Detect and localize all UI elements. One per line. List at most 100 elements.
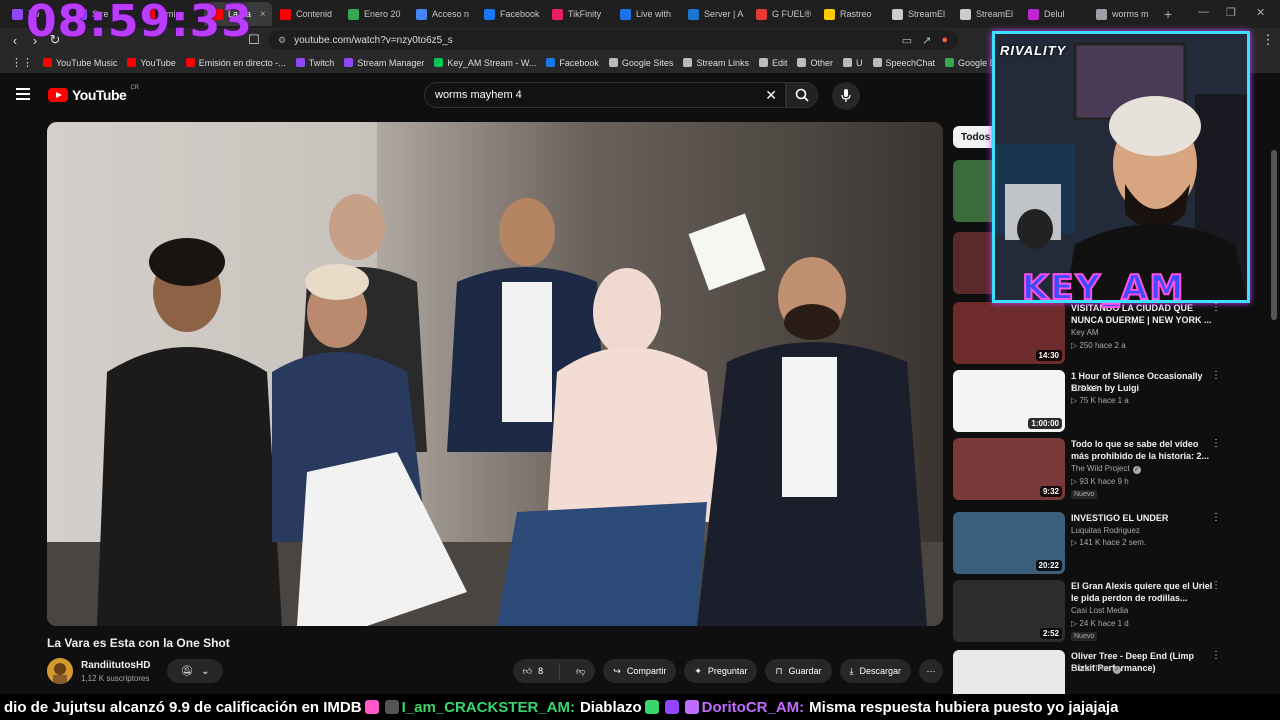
like-divider: [559, 663, 561, 679]
bookmark-item[interactable]: YouTube: [122, 58, 180, 68]
more-options-icon[interactable]: ⋮: [1211, 370, 1222, 381]
more-actions-button[interactable]: ⋯: [919, 659, 943, 683]
more-options-icon[interactable]: ⋮: [1211, 650, 1222, 661]
new-tab-icon[interactable]: +: [1156, 6, 1180, 22]
recommendation-card[interactable]: 1:00:00 1 Hour of Silence Occasionally Br…: [953, 370, 1223, 432]
download-button[interactable]: ⤓ Descargar: [839, 659, 911, 683]
recommendation-channel[interactable]: Casi Lost Media: [1071, 606, 1128, 615]
browser-tab[interactable]: TikFinity: [544, 2, 612, 26]
channel-name-text: Key AM: [1071, 328, 1099, 337]
apps-grid-icon[interactable]: ⋮⋮: [6, 56, 38, 69]
site-info-icon[interactable]: ⚙: [278, 35, 286, 46]
bookmark-item[interactable]: Stream Links: [678, 58, 754, 68]
recommendation-channel[interactable]: The Wild Project ✓: [1071, 464, 1141, 474]
tab-favicon-icon: [756, 8, 767, 20]
tab-favicon-icon: [620, 8, 631, 20]
video-player[interactable]: [47, 122, 943, 626]
bookmark-item[interactable]: SpeechChat: [868, 58, 941, 68]
more-options-icon[interactable]: ⋮: [1211, 512, 1222, 523]
recommendation-title[interactable]: Todo lo que se sabe del vídeo más prohib…: [1071, 438, 1213, 462]
more-options-icon[interactable]: ⋮: [1211, 580, 1222, 591]
channel-name-text: Oliver Tree: [1071, 664, 1111, 673]
browser-tab[interactable]: Rastreo: [816, 2, 884, 26]
tab-label: Acceso n: [432, 9, 470, 19]
browser-tab[interactable]: Contenid: [272, 2, 340, 26]
address-bar[interactable]: ⚙ youtube.com/watch?v=nzy0to6z5_s ▭ ↗ ●: [268, 30, 958, 50]
bookmark-item[interactable]: Other: [792, 58, 838, 68]
channel-avatar[interactable]: [47, 658, 73, 684]
browser-tab[interactable]: StreamEl: [952, 2, 1020, 26]
bookmark-item[interactable]: Stream Manager: [339, 58, 429, 68]
back-icon[interactable]: ‹: [5, 33, 25, 48]
bookmark-item[interactable]: U: [838, 58, 868, 68]
duration-badge: 20:22: [1035, 560, 1062, 571]
bookmark-item[interactable]: Key_AM Stream - W...: [429, 58, 541, 68]
browser-tab[interactable]: Delul: [1020, 2, 1088, 26]
country-code: CR: [130, 85, 139, 91]
recommendation-title[interactable]: INVESTIGO EL UNDER: [1071, 512, 1213, 524]
scrollbar-thumb[interactable]: [1271, 150, 1277, 320]
maximize-icon[interactable]: ❐: [1226, 6, 1236, 19]
bookmark-item[interactable]: Emisión en directo -...: [181, 58, 291, 68]
browser-tab[interactable]: Live with: [612, 2, 680, 26]
share-button[interactable]: ↪ Compartir: [603, 659, 677, 683]
save-button[interactable]: ⊓ Guardar: [765, 659, 832, 683]
browser-menu-icon[interactable]: ⋮: [1258, 32, 1278, 48]
browser-tab[interactable]: G FUEL®: [748, 2, 816, 26]
streamer-name: KEY_AM: [1021, 267, 1186, 309]
browser-tab[interactable]: StreamEl: [884, 2, 952, 26]
page-scrollbar[interactable]: [1271, 126, 1277, 686]
clear-search-icon[interactable]: ✕: [765, 87, 777, 104]
extension-icon[interactable]: ●: [941, 34, 948, 47]
duration-badge: 2:52: [1039, 628, 1062, 639]
views-age-text: 24 K hace 1 d: [1079, 619, 1129, 628]
recommendation-card[interactable]: 2:52 El Gran Alexis quiere que el Uriel l…: [953, 580, 1223, 642]
recommendation-card[interactable]: 14:30 VISITANDO LA CIUDAD QUE NUNCA DUERM…: [953, 302, 1223, 364]
youtube-logo[interactable]: YouTube CR: [48, 85, 139, 103]
recommendation-thumbnail: 14:30: [953, 302, 1065, 364]
search-button[interactable]: [786, 82, 818, 108]
video-frame: [47, 122, 943, 626]
bookmark-item[interactable]: Twitch: [291, 58, 340, 68]
menu-icon[interactable]: [16, 88, 30, 100]
cast-icon[interactable]: ▭: [902, 34, 912, 47]
close-window-icon[interactable]: ✕: [1256, 6, 1265, 19]
channel-name[interactable]: RandiitutosHD: [81, 660, 150, 671]
voice-search-button[interactable]: [832, 82, 860, 110]
recommendation-channel[interactable]: Luquitas Rodriguez: [1071, 526, 1140, 535]
ask-button[interactable]: ✦ Preguntar: [684, 659, 758, 683]
dislike-button[interactable]: 👎︎: [566, 659, 595, 683]
notifications-button[interactable]: 🔕︎ ⌄: [167, 659, 223, 683]
close-tab-icon[interactable]: ×: [260, 9, 266, 20]
minimize-icon[interactable]: —: [1198, 6, 1209, 18]
recommendation-thumbnail: 20:22: [953, 512, 1065, 574]
browser-tab[interactable]: Facebook: [476, 2, 544, 26]
recommendation-title[interactable]: El Gran Alexis quiere que el Uriel le pi…: [1071, 580, 1213, 604]
more-options-icon[interactable]: ⋮: [1211, 438, 1222, 449]
bookmark-favicon-icon: [185, 58, 195, 67]
like-button[interactable]: 👍︎ 8: [513, 659, 553, 683]
recommendation-channel[interactable]: Key AM: [1071, 328, 1099, 337]
bookmark-item[interactable]: Facebook: [541, 58, 604, 68]
chat-username-1: I_am_CRACKSTER_AM:: [401, 698, 575, 716]
chat-message-2: Misma respuesta hubiera puesto yo jajaja…: [809, 698, 1119, 716]
bookmark-item[interactable]: Edit: [754, 58, 793, 68]
browser-tab[interactable]: worms m: [1088, 2, 1156, 26]
browser-tab[interactable]: Acceso n: [408, 2, 476, 26]
channel-name-text: TJS113: [1071, 384, 1098, 393]
bookmark-favicon-icon: [344, 58, 354, 67]
recommendation-channel[interactable]: Oliver Tree ✓: [1071, 664, 1122, 674]
new-badge: Nuevo: [1071, 632, 1098, 641]
bookmark-item[interactable]: Google Sites: [604, 58, 679, 68]
bookmark-item[interactable]: YouTube Music: [38, 58, 122, 68]
more-options-icon[interactable]: ⋮: [1211, 302, 1222, 313]
recommendation-channel[interactable]: TJS113: [1071, 384, 1098, 393]
browser-tab[interactable]: Server | A: [680, 2, 748, 26]
recommendation-card[interactable]: 9:32 Todo lo que se sabe del vídeo más pr…: [953, 438, 1223, 500]
share-page-icon[interactable]: ↗: [922, 34, 931, 47]
bookmark-label: U: [856, 57, 863, 68]
recommendation-card[interactable]: 20:22 INVESTIGO EL UNDER Luquitas Rodrigue…: [953, 512, 1223, 574]
search-input[interactable]: worms mayhem 4 ✕: [424, 82, 786, 108]
recommendation-meta: ▷ 24 K hace 1 d: [1071, 619, 1129, 628]
browser-tab[interactable]: Enero 20: [340, 2, 408, 26]
